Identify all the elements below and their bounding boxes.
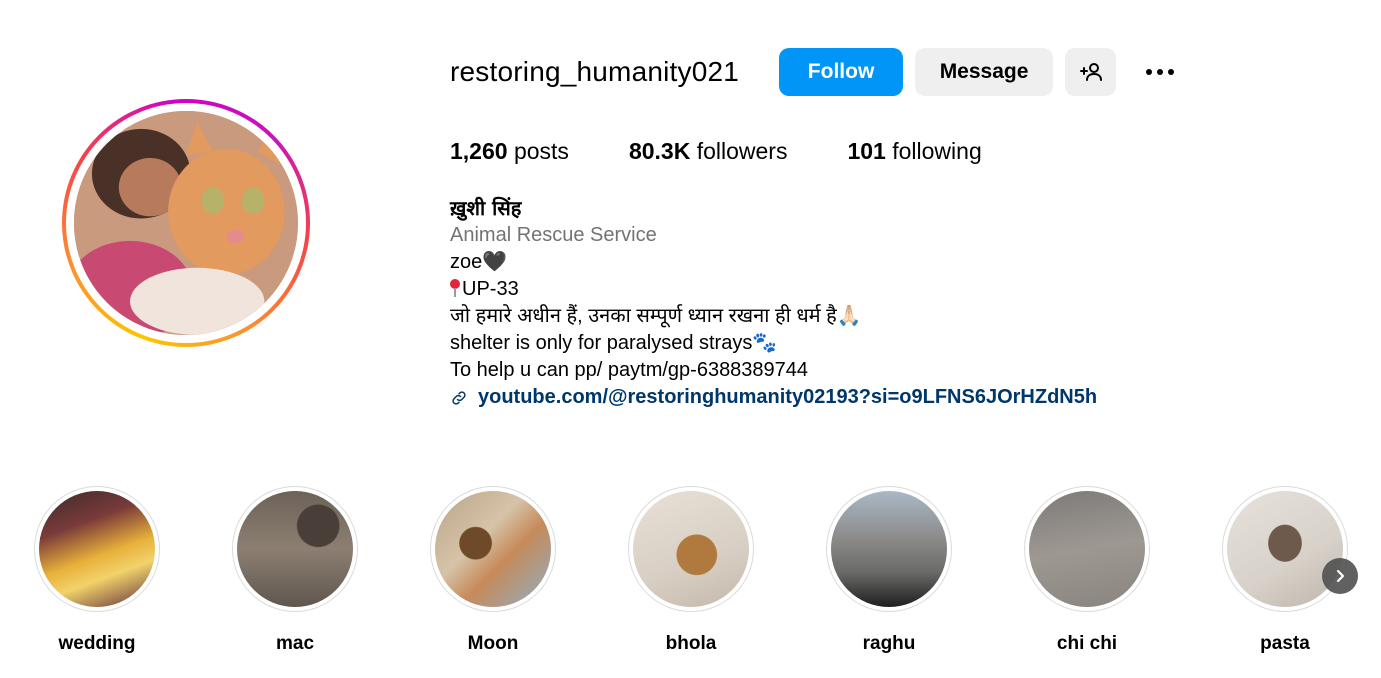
message-button[interactable]: Message	[915, 48, 1054, 96]
posts-label: posts	[513, 138, 569, 164]
profile-header: restoring_humanity021 Follow Message	[450, 48, 1175, 96]
username: restoring_humanity021	[450, 56, 740, 87]
profile-stats: 1,260 posts 80.3K followers 101 followin…	[450, 138, 1042, 165]
bio-line-2: UP-33	[450, 276, 1097, 303]
story-highlights: wedding mac Moon bhola raghu chi chi pas…	[34, 486, 1381, 655]
highlight-photo	[831, 491, 947, 607]
more-dot	[1146, 69, 1153, 75]
follow-button[interactable]: Follow	[779, 48, 904, 96]
more-dot	[1168, 69, 1175, 75]
highlight-ring	[34, 486, 160, 612]
highlight-label: mac	[275, 633, 315, 654]
highlight-photo	[39, 491, 155, 607]
highlight-photo	[1227, 491, 1343, 607]
highlight-wedding[interactable]: wedding	[34, 486, 160, 655]
highlight-moon[interactable]: Moon	[430, 486, 556, 655]
highlight-label: wedding	[58, 633, 136, 654]
highlight-label: bhola	[665, 633, 717, 654]
highlight-raghu[interactable]: raghu	[826, 486, 952, 655]
profile-bio: ख़ुशी सिंह Animal Rescue Service zoe🖤 UP…	[450, 195, 1097, 411]
highlight-ring	[430, 486, 556, 612]
more-options-icon[interactable]	[1146, 48, 1175, 96]
highlight-bhola[interactable]: bhola	[628, 486, 754, 655]
posts-count: 1,260	[450, 138, 508, 164]
highlight-mac[interactable]: mac	[232, 486, 358, 655]
followers-count: 80.3K	[628, 138, 691, 164]
highlight-ring	[232, 486, 358, 612]
bio-line-2-text: UP-33	[462, 278, 519, 300]
bio-line-1: zoe🖤	[450, 251, 508, 273]
highlight-label: chi chi	[1056, 633, 1118, 654]
profile-photo	[74, 111, 298, 335]
followers-stat[interactable]: 80.3K followers	[629, 138, 788, 165]
highlights-next-button[interactable]	[1322, 558, 1358, 594]
bio-line-4: shelter is only for paralysed strays🐾	[450, 332, 778, 354]
bio-link[interactable]: youtube.com/@restoringhumanity02193?si=o…	[450, 384, 1097, 411]
bio-line-3: जो हमारे अधीन हैं, उनका सम्पूर्ण ध्यान र…	[450, 305, 862, 327]
highlight-ring	[826, 486, 952, 612]
add-user-icon	[1079, 63, 1102, 81]
profile-avatar[interactable]	[62, 99, 310, 347]
avatar-inner	[66, 103, 306, 343]
highlight-label: raghu	[862, 633, 916, 654]
posts-stat: 1,260 posts	[450, 138, 569, 165]
category-label: Animal Rescue Service	[450, 224, 657, 246]
highlight-ring	[1222, 486, 1348, 612]
more-dot	[1157, 69, 1164, 75]
following-label: following	[892, 138, 982, 164]
highlight-photo	[1029, 491, 1145, 607]
highlight-chi-chi[interactable]: chi chi	[1024, 486, 1150, 655]
highlight-photo	[237, 491, 353, 607]
followers-label: followers	[696, 138, 788, 164]
highlight-ring	[1024, 486, 1150, 612]
highlight-photo	[435, 491, 551, 607]
profile-photo-art	[74, 111, 298, 335]
following-count: 101	[847, 138, 886, 164]
highlight-label: pasta	[1260, 633, 1310, 654]
bio-line-5: To help u can pp/ paytm/gp-6388389744	[450, 359, 809, 381]
highlight-label: Moon	[467, 633, 519, 654]
suggested-users-button[interactable]	[1065, 48, 1117, 96]
highlight-ring	[628, 486, 754, 612]
chevron-right-icon	[1336, 569, 1345, 583]
link-icon	[452, 390, 466, 405]
bio-link-text[interactable]: youtube.com/@restoringhumanity02193?si=o…	[478, 384, 1097, 411]
display-name: ख़ुशी सिंह	[450, 196, 522, 220]
highlight-photo	[633, 491, 749, 607]
following-stat[interactable]: 101 following	[847, 138, 981, 165]
pin-icon	[450, 279, 460, 297]
